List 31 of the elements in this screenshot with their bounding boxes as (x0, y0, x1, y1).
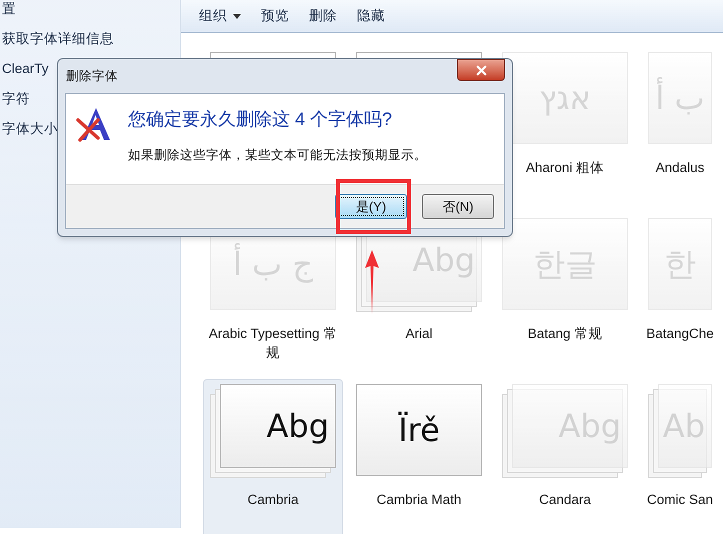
font-item[interactable]: Abg Cambria (203, 379, 343, 534)
dialog-button[interactable]: 否(N) (422, 194, 494, 219)
font-name: Arial (404, 325, 434, 343)
font-name: Arabic Typesetting 常规 (208, 325, 338, 362)
font-name: Andalus (654, 159, 706, 177)
font-name: Batang 常规 (526, 325, 604, 343)
font-preview: Ïrě (398, 410, 440, 451)
dialog-button[interactable]: 是(Y) (335, 194, 407, 219)
font-name: Comic San (646, 491, 714, 509)
font-name: Cambria (246, 491, 300, 509)
toolbar-button[interactable]: 组织 (191, 3, 249, 29)
toolbar-button[interactable]: 删除 (301, 3, 345, 29)
caret-icon (233, 14, 241, 18)
font-preview: Abg (266, 406, 329, 447)
close-icon (474, 62, 488, 78)
font-name: Cambria Math (376, 491, 462, 509)
sidebar-link[interactable]: 字符 (2, 84, 30, 114)
font-name: BatangChe (645, 325, 715, 343)
dialog-message: 如果删除这些字体，某些文本可能无法按预期显示。 (128, 147, 427, 164)
sidebar-link[interactable]: 获取字体详细信息 (2, 24, 114, 54)
sidebar-link[interactable]: 字体大小 (2, 114, 58, 144)
font-name: Aharoni 粗体 (524, 159, 606, 177)
dialog-title: 删除字体 (65, 68, 118, 85)
toolbar-button[interactable]: 隐藏 (349, 3, 393, 29)
sidebar-link[interactable]: ClearTy (2, 54, 49, 84)
font-name: Candara (538, 491, 592, 509)
close-button[interactable] (457, 59, 505, 81)
dialog-heading: 您确定要永久删除这 4 个字体吗? (128, 108, 394, 131)
toolbar-button[interactable]: 预览 (253, 3, 297, 29)
sidebar-link[interactable]: 置 (2, 0, 16, 24)
font-item[interactable]: Ïrě Cambria Math (349, 379, 489, 534)
